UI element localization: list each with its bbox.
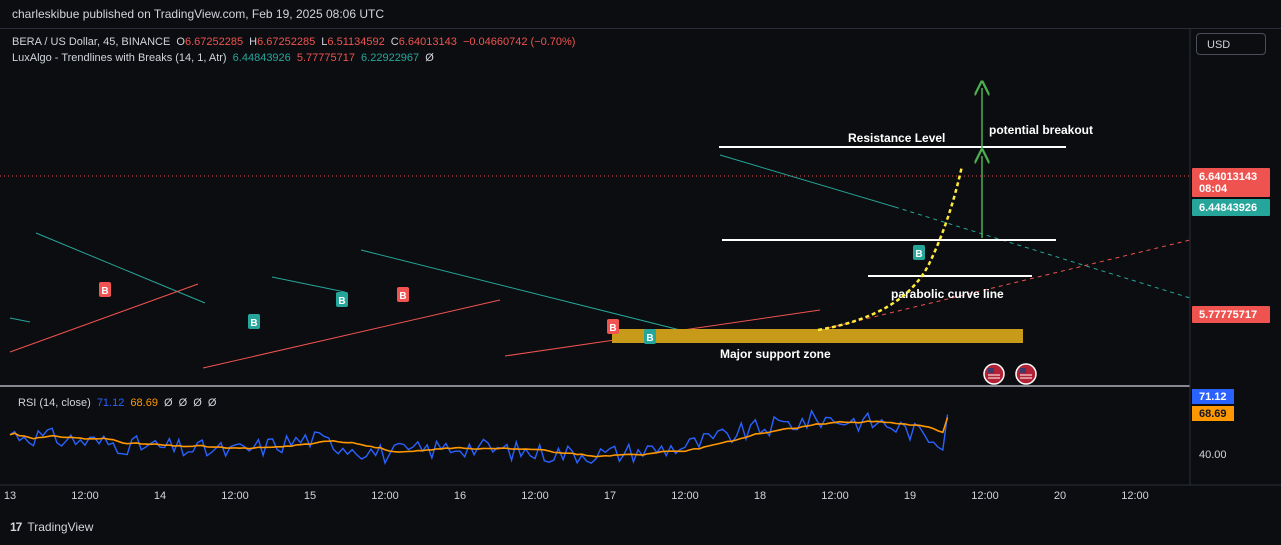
rsi-empty-3: Ø bbox=[193, 397, 202, 409]
economic-event-flag[interactable] bbox=[1015, 363, 1037, 385]
sell-signal-badge[interactable]: B bbox=[607, 319, 619, 334]
rsi-empty-4: Ø bbox=[207, 397, 217, 409]
rsi-value: 71.12 bbox=[96, 397, 125, 409]
sell-signal-badge-letter: B bbox=[101, 286, 108, 297]
support-zone bbox=[612, 329, 1023, 343]
chart-canvas[interactable]: Major support zone Resistance Level parabo… bbox=[0, 0, 1281, 545]
time-tick-label: 12:00 bbox=[671, 490, 699, 502]
rsi-value-label-text: 71.12 bbox=[1199, 391, 1227, 403]
time-tick-label: 12:00 bbox=[521, 490, 549, 502]
rsi-tick-label: 40.00 bbox=[1199, 449, 1227, 461]
rsi-empty-2: Ø bbox=[178, 397, 188, 409]
sell-signal-badge-letter: B bbox=[399, 291, 406, 302]
sell-signal-badge[interactable]: B bbox=[397, 287, 409, 302]
support-price-label-text: 5.77775717 bbox=[1199, 309, 1257, 321]
buy-signal-badge[interactable]: B bbox=[336, 292, 348, 307]
resistance-level-label: Resistance Level bbox=[848, 131, 945, 145]
time-tick-label: 12:00 bbox=[1121, 490, 1149, 502]
down-trendline bbox=[9, 317, 31, 323]
time-tick-label: 17 bbox=[604, 490, 616, 502]
rsi-ma-value-label[interactable]: 68.69 bbox=[1192, 406, 1234, 421]
indicator-price-label[interactable]: 6.44843926 bbox=[1192, 199, 1270, 216]
rsi-name: RSI (14, close) bbox=[18, 397, 91, 409]
down-trendline-projection bbox=[894, 206, 1191, 299]
time-tick-label: 12:00 bbox=[971, 490, 999, 502]
current-price-label-text: 08:04 bbox=[1199, 183, 1228, 195]
time-tick-label: 19 bbox=[904, 490, 916, 502]
rsi-ma-value: 68.69 bbox=[130, 397, 158, 409]
up-trendline bbox=[202, 299, 501, 369]
tradingview-logo-icon: 17 bbox=[10, 520, 22, 534]
time-tick-label: 14 bbox=[154, 490, 166, 502]
buy-signal-badge[interactable]: B bbox=[248, 314, 260, 329]
time-tick-label: 15 bbox=[304, 490, 316, 502]
buy-signal-badge[interactable]: B bbox=[644, 329, 656, 344]
tradingview-logo-text: TradingView bbox=[27, 520, 94, 534]
time-tick-label: 12:00 bbox=[71, 490, 99, 502]
rsi-value-label[interactable]: 71.12 bbox=[1192, 389, 1234, 404]
support-price-label[interactable]: 5.77775717 bbox=[1192, 306, 1270, 323]
indicator-price-label-text: 6.44843926 bbox=[1199, 202, 1257, 214]
sell-signal-badge[interactable]: B bbox=[99, 282, 111, 297]
rsi-empty-1: Ø bbox=[164, 397, 173, 409]
down-trendline bbox=[271, 276, 346, 293]
potential-breakout-label: potential breakout bbox=[989, 123, 1093, 137]
buy-signal-badge-letter: B bbox=[338, 296, 345, 307]
current-price-label-text: 6.64013143 bbox=[1199, 171, 1257, 183]
time-tick-label: 12:00 bbox=[371, 490, 399, 502]
support-zone-label: Major support zone bbox=[720, 347, 831, 361]
flag-canton bbox=[988, 368, 994, 373]
time-tick-label: 20 bbox=[1054, 490, 1066, 502]
buy-signal-badge-letter: B bbox=[646, 333, 653, 344]
time-tick-label: 13 bbox=[4, 490, 16, 502]
time-tick-label: 18 bbox=[754, 490, 766, 502]
rsi-ma-value-label-text: 68.69 bbox=[1199, 408, 1227, 420]
buy-signal-badge[interactable]: B bbox=[913, 245, 925, 260]
rsi-line bbox=[9, 408, 949, 465]
rsi-legend[interactable]: RSI (14, close) 71.12 68.69 Ø Ø Ø Ø bbox=[18, 397, 219, 409]
us-flag-icon bbox=[983, 363, 1005, 385]
price-axis[interactable]: 7.200000007.000000006.800000006.60000000… bbox=[1192, 0, 1270, 461]
up-trendline-projection bbox=[819, 239, 1191, 331]
time-tick-label: 12:00 bbox=[221, 490, 249, 502]
us-flag-icon bbox=[1015, 363, 1037, 385]
rsi-pane bbox=[9, 408, 949, 465]
down-trendline bbox=[360, 249, 721, 341]
down-trendline bbox=[719, 154, 896, 208]
bottom-bar bbox=[0, 516, 1281, 545]
parabolic-curve-label: parabolic curve line bbox=[891, 287, 1004, 301]
rsi-ma-line bbox=[9, 417, 949, 458]
overlays: Major support zone Resistance Level parabo… bbox=[99, 88, 1093, 385]
economic-event-flag[interactable] bbox=[983, 363, 1005, 385]
flag-canton bbox=[1020, 368, 1026, 373]
buy-signal-badge-letter: B bbox=[250, 318, 257, 329]
buy-signal-badge-letter: B bbox=[915, 249, 922, 260]
time-tick-label: 12:00 bbox=[821, 490, 849, 502]
tradingview-logo[interactable]: 17 TradingView bbox=[10, 520, 93, 534]
time-tick-label: 16 bbox=[454, 490, 466, 502]
down-trendline bbox=[35, 232, 206, 304]
sell-signal-badge-letter: B bbox=[609, 323, 616, 334]
current-price-label[interactable]: 6.6401314308:04 bbox=[1192, 168, 1270, 197]
time-axis[interactable]: 13 12:00 14 12:00 15 12:00 16 12:00 17 12:00 18 12:… bbox=[4, 490, 1149, 502]
